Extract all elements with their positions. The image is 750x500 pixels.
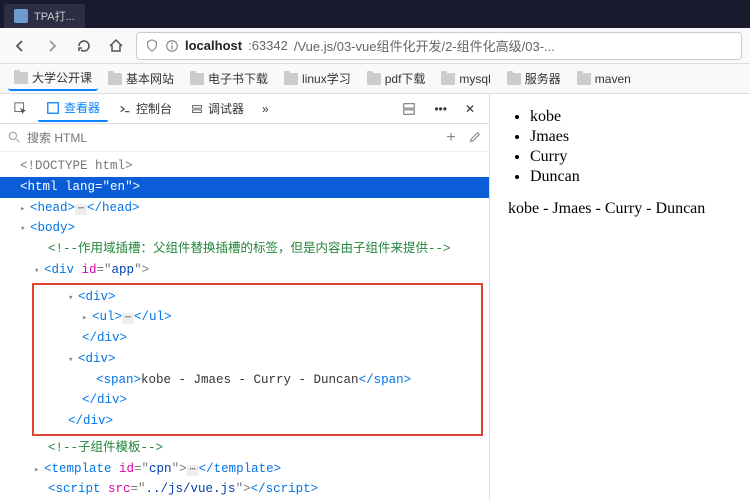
tab-title: TPA打... [34, 8, 75, 24]
folder-icon [367, 73, 381, 85]
bookmark-item[interactable]: 大学公开课 [8, 66, 98, 91]
bookmark-item[interactable]: 基本网站 [102, 67, 180, 90]
folder-icon [577, 73, 591, 85]
dom-search-bar: + [0, 124, 489, 152]
dom-node[interactable]: <div id="app"> [0, 260, 489, 281]
dom-node[interactable]: </div> [34, 411, 481, 432]
tabs-overflow[interactable]: » [254, 98, 277, 120]
url-bar[interactable]: localhost :63342/Vue.js/03-vue组件化开发/2-组件化… [136, 32, 742, 60]
collapse-icon[interactable] [20, 219, 30, 238]
list-item: Curry [530, 148, 732, 166]
dom-node[interactable]: </div> [34, 390, 481, 411]
folder-icon [507, 73, 521, 85]
list-item: kobe [530, 108, 732, 126]
ellipsis-icon[interactable]: ⋯ [75, 204, 87, 215]
devtools-tabbar: 查看器 控制台 调试器 » ••• ✕ [0, 94, 489, 124]
url-port: :63342 [248, 38, 288, 53]
window-titlebar: TPA打... [0, 0, 750, 28]
folder-icon [14, 72, 28, 84]
dom-comment[interactable]: <!--作用域插槽：父组件替换插槽的标签，但是内容由子组件来提供--> [0, 239, 489, 260]
dom-node[interactable]: </div> [34, 328, 481, 349]
browser-toolbar: localhost :63342/Vue.js/03-vue组件化开发/2-组件化… [0, 28, 750, 64]
list-item: Duncan [530, 168, 732, 186]
dom-comment[interactable]: <!--子组件模板--> [0, 438, 489, 459]
dom-node[interactable]: <template id="cpn">⋯</template> [0, 459, 489, 480]
collapse-icon[interactable] [34, 261, 44, 280]
dom-node[interactable]: <ul>⋯</ul> [34, 307, 481, 328]
home-button[interactable] [104, 34, 128, 58]
page-favicon [14, 9, 28, 23]
dom-tree[interactable]: <!DOCTYPE html> <html lang="en"> <head>⋯… [0, 152, 489, 500]
collapse-icon[interactable] [68, 350, 78, 369]
ellipsis-icon[interactable]: ⋯ [187, 465, 199, 476]
names-list: kobe Jmaes Curry Duncan [508, 108, 732, 186]
content-area: 查看器 控制台 调试器 » ••• ✕ + <!DOCTYPE html> <h… [0, 94, 750, 500]
collapse-icon[interactable] [68, 288, 78, 307]
tab-inspector[interactable]: 查看器 [38, 95, 108, 122]
joined-names: kobe - Jmaes - Curry - Duncan [508, 200, 732, 218]
bookmark-item[interactable]: pdf下载 [361, 67, 432, 90]
dom-node[interactable]: <body> [0, 218, 489, 239]
folder-icon [190, 73, 204, 85]
list-item: Jmaes [530, 128, 732, 146]
dom-node[interactable]: <head>⋯</head> [0, 198, 489, 219]
page-viewport: kobe Jmaes Curry Duncan kobe - Jmaes - C… [490, 94, 750, 500]
bookmark-item[interactable]: mysql [435, 69, 496, 89]
tab-debugger[interactable]: 调试器 [182, 96, 252, 121]
shield-icon [145, 39, 159, 53]
dom-node[interactable]: <span>kobe - Jmaes - Curry - Duncan</spa… [34, 370, 481, 391]
bookmark-item[interactable]: 服务器 [501, 67, 567, 90]
back-button[interactable] [8, 34, 32, 58]
highlight-region: <div> <ul>⋯</ul> </div> <div> <span>kobe… [32, 283, 483, 436]
split-console-button[interactable] [394, 98, 424, 120]
bookmark-item[interactable]: 电子书下载 [184, 67, 274, 90]
dom-search-input[interactable] [27, 131, 435, 145]
bookmark-item[interactable]: linux学习 [278, 67, 357, 90]
dom-node-selected[interactable]: <html lang="en"> [0, 177, 489, 198]
tab-console[interactable]: 控制台 [110, 96, 180, 121]
url-host: localhost [185, 38, 242, 53]
bookmark-item[interactable]: maven [571, 69, 637, 89]
bookmarks-bar: 大学公开课 基本网站 电子书下载 linux学习 pdf下载 mysql 服务器… [0, 64, 750, 94]
expand-icon[interactable] [82, 308, 92, 327]
folder-icon [441, 73, 455, 85]
dom-node[interactable]: <!DOCTYPE html> [0, 156, 489, 177]
dom-node[interactable]: <div> [34, 287, 481, 308]
devtools-panel: 查看器 控制台 调试器 » ••• ✕ + <!DOCTYPE html> <h… [0, 94, 490, 500]
expand-icon[interactable] [20, 199, 30, 218]
devtools-menu-button[interactable]: ••• [426, 98, 455, 120]
eyedropper-icon[interactable] [467, 131, 481, 145]
info-icon[interactable] [165, 39, 179, 53]
ellipsis-icon[interactable]: ⋯ [122, 313, 134, 324]
add-element-button[interactable]: + [441, 129, 461, 147]
dom-node[interactable]: <div> [34, 349, 481, 370]
folder-icon [108, 73, 122, 85]
forward-button[interactable] [40, 34, 64, 58]
search-icon [8, 131, 21, 144]
url-path: /Vue.js/03-vue组件化开发/2-组件化高级/03-... [294, 36, 555, 55]
reload-button[interactable] [72, 34, 96, 58]
element-picker-button[interactable] [6, 98, 36, 120]
devtools-close-button[interactable]: ✕ [457, 98, 483, 120]
expand-icon[interactable] [34, 460, 44, 479]
dom-node[interactable]: <script src="../js/vue.js"></script> [0, 479, 489, 500]
folder-icon [284, 73, 298, 85]
browser-tab[interactable]: TPA打... [4, 4, 85, 28]
